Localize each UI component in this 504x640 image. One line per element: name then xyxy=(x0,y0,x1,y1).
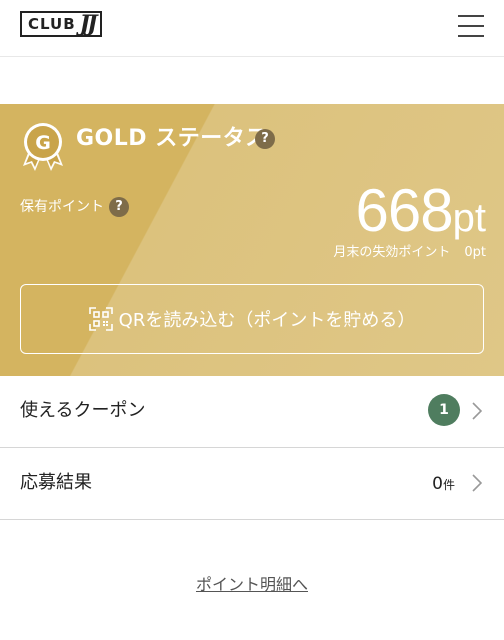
qr-scan-button[interactable]: QRを読み込む（ポイントを貯める） xyxy=(20,284,484,354)
qr-button-label: QRを読み込む（ポイントを貯める） xyxy=(118,310,416,331)
expiring-points: 月末の失効ポイント 0pt xyxy=(333,244,486,262)
results-count-number: 0 xyxy=(432,474,443,494)
points-number: 668 xyxy=(355,177,454,244)
coupon-label: 使えるクーポン xyxy=(20,400,146,421)
coupon-count-badge: 1 xyxy=(428,394,460,426)
expiring-value: 0pt xyxy=(464,245,486,260)
status-label: GOLD ステータス xyxy=(76,126,268,151)
points-help-icon[interactable]: ? xyxy=(109,197,129,217)
logo-text: CLUB xyxy=(28,15,76,33)
qr-scan-icon xyxy=(88,307,113,331)
results-count: 0件 xyxy=(432,472,455,497)
app-header: CLUB JJ xyxy=(0,0,504,57)
logo-mark: JJ xyxy=(79,11,98,37)
chevron-right-icon xyxy=(472,474,482,492)
chevron-right-icon xyxy=(472,402,482,420)
hamburger-menu-icon[interactable] xyxy=(458,15,484,37)
expiring-label: 月末の失効ポイント xyxy=(333,245,451,260)
club-jj-logo[interactable]: CLUB JJ xyxy=(20,11,103,37)
points-details-link[interactable]: ポイント明細へ xyxy=(196,575,308,594)
gold-medal-icon: G xyxy=(23,123,63,171)
points-label: 保有ポイント xyxy=(20,199,104,215)
points-unit: pt xyxy=(452,196,486,240)
list-item-coupons[interactable]: 使えるクーポン 1 xyxy=(0,376,504,448)
status-help-icon[interactable]: ? xyxy=(255,129,275,149)
medal-letter: G xyxy=(35,132,51,154)
points-details-section: ポイント明細へ xyxy=(0,574,504,596)
results-count-unit: 件 xyxy=(442,478,455,492)
results-label: 応募結果 xyxy=(20,472,92,493)
list-item-results[interactable]: 応募結果 0件 xyxy=(0,448,504,520)
